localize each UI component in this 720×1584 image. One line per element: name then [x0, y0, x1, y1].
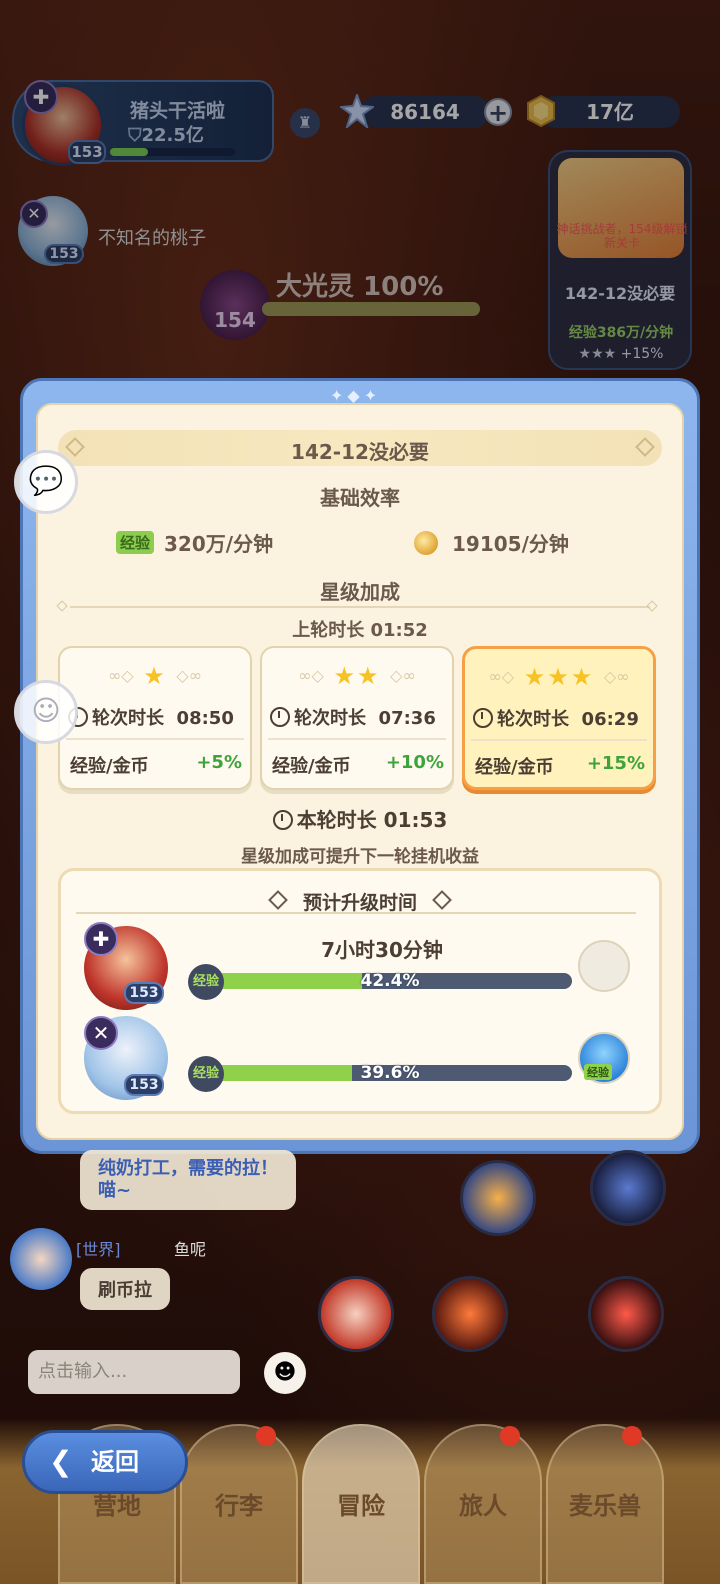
world-channel-tag: [世界] — [76, 1240, 121, 1259]
hero-level: 153 — [124, 982, 164, 1004]
sword-class-icon: ✕ — [84, 1016, 118, 1050]
back-arrow-icon: ❮ — [49, 1445, 73, 1478]
star-rating: ∞◇ ★★★ ◇∞ — [488, 663, 630, 691]
exp-progress-label: 39.6% — [360, 1063, 420, 1083]
bonus-label: 经验/金币 — [272, 756, 351, 777]
diamond-icon — [268, 890, 288, 910]
current-round-time: 本轮时长 01:53 — [36, 804, 684, 833]
star-icon: ★★ — [333, 662, 381, 690]
nav-luggage[interactable]: 行李 — [180, 1424, 298, 1584]
star-rating: ∞◇ ★ ◇∞ — [107, 662, 203, 690]
bonus-value: +15% — [586, 753, 645, 774]
star-rating: ∞◇ ★★ ◇∞ — [298, 662, 416, 690]
skill-orb[interactable] — [432, 1276, 508, 1352]
clock-icon — [272, 810, 293, 830]
star-card-1[interactable]: ∞◇ ★ ◇∞ 轮次时长 08:50 经验/金币 +5% — [58, 646, 252, 790]
skill-orb[interactable] — [590, 1150, 666, 1226]
divider — [70, 606, 650, 608]
hero-level: 153 — [124, 1074, 164, 1096]
chat-message: 纯奶打工，需要的拉！喵~ — [80, 1150, 296, 1210]
star-card-3-active[interactable]: ∞◇ ★★★ ◇∞ 轮次时长 06:29 经验/金币 +15% — [462, 646, 656, 790]
chat-bubble-button[interactable]: 💬 — [14, 450, 78, 514]
star-bonus-title: 星级加成 — [320, 580, 400, 604]
round-time: 轮次时长 08:50 — [68, 704, 244, 730]
round-time: 轮次时长 07:36 — [270, 704, 446, 730]
base-efficiency-title: 基础效率 — [320, 486, 400, 510]
bonus-value: +5% — [196, 752, 242, 773]
last-round-time: 上轮时长 01:52 — [292, 620, 428, 641]
star-bonus-hint: 星级加成可提升下一轮挂机收益 — [241, 847, 479, 867]
bonus-label: 经验/金币 — [475, 757, 554, 778]
back-button[interactable]: ❮ 返回 — [22, 1430, 188, 1494]
exp-progress-bar: 经验 39.6% — [188, 1056, 576, 1092]
exp-rate-row: 经验 320万/分钟 — [116, 528, 273, 557]
exp-rate: 320万/分钟 — [164, 532, 274, 556]
notification-dot — [256, 1426, 276, 1446]
skill-orb[interactable] — [460, 1160, 536, 1236]
round-time: 轮次时长 06:29 — [473, 705, 649, 731]
upgrade-title: 预计升级时间 — [58, 888, 662, 915]
diamond-icon — [432, 890, 452, 910]
stage-title: 142-12没必要 — [291, 440, 429, 464]
skill-orb[interactable] — [318, 1276, 394, 1352]
exp-potion-icon[interactable]: 经验 — [578, 1032, 630, 1084]
exp-progress-label: 42.4% — [360, 971, 420, 991]
skill-orb[interactable] — [588, 1276, 664, 1352]
emoji-icon[interactable]: ☻ — [264, 1352, 306, 1394]
nav-pets[interactable]: 麦乐兽 — [546, 1424, 664, 1584]
chat-username: 鱼呢 — [174, 1240, 207, 1259]
bonus-value: +10% — [385, 752, 444, 773]
clock-icon — [270, 707, 290, 727]
chat-user-avatar[interactable] — [10, 1228, 72, 1290]
upgrade-time-left: 7小时30分钟 — [321, 938, 443, 962]
notification-dot — [500, 1426, 520, 1446]
nav-adventure[interactable]: 冒险 — [302, 1424, 420, 1584]
star-icon: ★ — [143, 662, 167, 690]
star-icon: ★★★ — [523, 663, 595, 691]
class-cross-icon: ✚ — [84, 922, 118, 956]
notification-dot — [622, 1426, 642, 1446]
gold-rate-row: 19105/分钟 — [414, 528, 569, 557]
chat-message: 刷币拉 — [80, 1268, 170, 1310]
robot-assistant-button[interactable]: ☺ — [14, 680, 78, 744]
exp-tag: 经验 — [116, 531, 155, 554]
gold-coin-icon — [414, 531, 438, 555]
milk-bottle-icon[interactable] — [578, 940, 630, 992]
divider — [76, 912, 636, 914]
chat-input[interactable]: 点击输入... — [28, 1350, 240, 1394]
exp-progress-bar: 经验 42.4% — [188, 964, 576, 1000]
nav-travelers[interactable]: 旅人 — [424, 1424, 542, 1584]
bonus-label: 经验/金币 — [70, 756, 149, 777]
gold-rate: 19105/分钟 — [452, 532, 569, 556]
clock-icon — [473, 708, 493, 728]
star-card-2[interactable]: ∞◇ ★★ ◇∞ 轮次时长 07:36 经验/金币 +10% — [260, 646, 454, 790]
